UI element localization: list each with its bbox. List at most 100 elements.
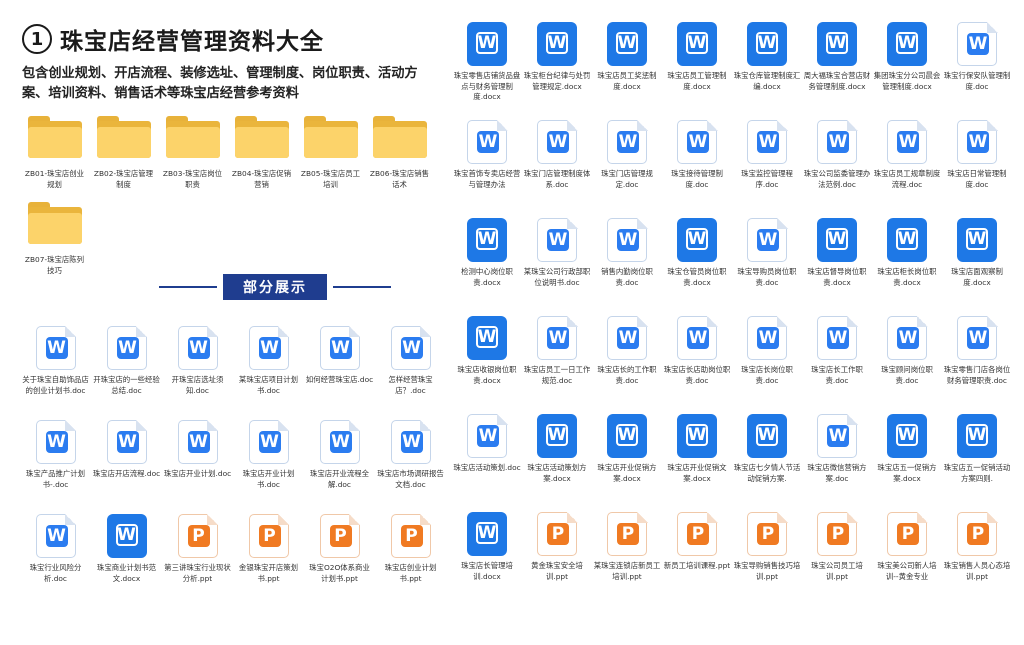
file-label: 珠宝店开业计划.doc bbox=[163, 469, 232, 478]
file-item[interactable]: W 珠宝店活动策划方案.docx bbox=[522, 414, 592, 512]
title-row: 1 珠宝店经营管理资料大全 bbox=[22, 22, 442, 56]
file-item[interactable]: P 珠宝销售人员心态培训.ppt bbox=[942, 511, 1012, 610]
wps-file-icon: W bbox=[817, 315, 858, 360]
file-item[interactable]: W 珠宝店长岗位职责.doc bbox=[732, 315, 802, 414]
wps-file-icon: W bbox=[537, 315, 578, 360]
file-item[interactable]: W 珠宝店面观察制度.docx bbox=[942, 218, 1012, 316]
file-label: 珠宝店开业流程全解.doc bbox=[309, 469, 370, 489]
file-item[interactable]: W 如何经营珠宝店.doc bbox=[304, 325, 375, 420]
file-item[interactable]: W 珠宝店开业计划书.doc bbox=[233, 419, 304, 514]
file-label: 珠宝行保安队管理制度.doc bbox=[943, 71, 1011, 91]
file-item[interactable]: W 珠宝仓管员岗位职责.docx bbox=[662, 218, 732, 316]
file-item[interactable]: W 珠宝店开业促销方案.docx bbox=[592, 414, 662, 512]
file-item[interactable]: W 珠宝店开业流程全解.doc bbox=[304, 419, 375, 514]
file-item[interactable]: W 珠宝顾问岗位职责.doc bbox=[872, 315, 942, 414]
file-item[interactable]: W 某珠宝店项目计划书.doc bbox=[233, 325, 304, 420]
folder-item[interactable]: ZB05-珠宝店员工培训 bbox=[296, 114, 365, 200]
file-item[interactable]: P 珠宝美公司新人培训--黄金专业 bbox=[872, 511, 942, 610]
file-label: 珠宝店微信营销方案.doc bbox=[807, 463, 867, 483]
file-item[interactable]: W 某珠宝公司行政部职位说明书.doc bbox=[522, 217, 592, 316]
file-item[interactable]: W 开珠宝店选址须知.doc bbox=[162, 325, 233, 420]
file-item[interactable]: W 珠宝店收银岗位职责.docx bbox=[452, 316, 522, 414]
folder-icon bbox=[372, 116, 427, 158]
folder-item[interactable]: ZB03-珠宝店岗位职责 bbox=[158, 114, 227, 200]
file-item[interactable]: W 珠宝店柜长岗位职责.docx bbox=[872, 218, 942, 316]
file-item[interactable]: W 珠宝店开业促销文案.docx bbox=[662, 414, 732, 512]
file-item[interactable]: W 珠宝店开业计划.doc bbox=[162, 419, 233, 514]
file-item[interactable]: W 珠宝商业计划书范文.docx bbox=[91, 514, 162, 608]
folder-item[interactable]: ZB04-珠宝店促销营销 bbox=[227, 114, 296, 200]
file-item[interactable]: W 珠宝店长管理培训.docx bbox=[452, 512, 522, 610]
file-item[interactable]: P 珠宝公司员工培训.ppt bbox=[802, 511, 872, 610]
file-item[interactable]: W 集团珠宝分公司晨会管理制度.docx bbox=[872, 22, 942, 120]
file-label: 珠宝仓库管理制度汇编.docx bbox=[733, 71, 801, 91]
file-label: 珠宝商业计划书范文.docx bbox=[96, 563, 157, 583]
file-item[interactable]: W 珠宝店长工作职责.doc bbox=[802, 315, 872, 414]
file-item[interactable]: W 珠宝店长的工作职责.doc bbox=[592, 315, 662, 414]
file-item[interactable]: W 珠宝产品推广计划书-.doc bbox=[20, 419, 91, 514]
file-item[interactable]: P 某珠宝连锁店新员工培训.ppt bbox=[592, 511, 662, 610]
file-item[interactable]: W 珠宝店员工奖惩制度.docx bbox=[592, 22, 662, 120]
file-label: 珠宝仓管员岗位职责.docx bbox=[667, 267, 727, 287]
wps-file-icon: W bbox=[957, 21, 998, 66]
file-item[interactable]: W 珠宝店开店流程.doc bbox=[91, 419, 162, 514]
file-item[interactable]: W 珠宝门店管理规定.doc bbox=[592, 119, 662, 218]
word-file-icon: W bbox=[887, 22, 927, 66]
file-item[interactable]: W 珠宝店市场调研报告文档.doc bbox=[375, 419, 446, 514]
file-item[interactable]: P 珠宝O2O体系商业计划书.ppt bbox=[304, 513, 375, 608]
folder-item[interactable]: ZB01-珠宝店创业规划 bbox=[20, 114, 89, 200]
file-item[interactable]: W 珠宝店长店助岗位职责.doc bbox=[662, 315, 732, 414]
file-item[interactable]: W 珠宝店督导岗位职责.docx bbox=[802, 218, 872, 316]
folder-label: ZB06-珠宝店销售话术 bbox=[369, 169, 430, 189]
file-item[interactable]: W 珠宝店活动策划.doc bbox=[452, 413, 522, 512]
word-file-icon: W bbox=[677, 414, 717, 458]
file-item[interactable]: W 周大福珠宝合营店财务管理制度.docx bbox=[802, 22, 872, 120]
file-item[interactable]: P 珠宝导购销售技巧培训.ppt bbox=[732, 511, 802, 610]
file-item[interactable]: W 珠宝店员工规章制度流程.doc bbox=[872, 119, 942, 218]
file-label: 珠宝店开店流程.doc bbox=[92, 469, 161, 478]
wps-file-icon: W bbox=[747, 217, 788, 262]
file-item[interactable]: W 关于珠宝自助饰品店的创业计划书.doc bbox=[20, 325, 91, 420]
file-label: 某珠宝店项目计划书.doc bbox=[238, 375, 299, 395]
file-item[interactable]: P 第三讲珠宝行业现状分析.ppt bbox=[162, 513, 233, 608]
file-item[interactable]: W 珠宝行保安队管理制度.doc bbox=[942, 21, 1012, 120]
file-item[interactable]: W 珠宝首饰专卖店经营与管理办法 bbox=[452, 119, 522, 218]
file-label: 珠宝店员工奖惩制度.docx bbox=[597, 71, 657, 91]
file-item[interactable]: W 珠宝店七夕情人节活动促销方案. bbox=[732, 414, 802, 512]
file-item[interactable]: P 新员工培训课程.ppt bbox=[662, 511, 732, 610]
file-item[interactable]: W 珠宝门店管理制度体系.doc bbox=[522, 119, 592, 218]
file-item[interactable]: P 珠宝店创业计划书.ppt bbox=[375, 513, 446, 608]
file-item[interactable]: W 珠宝店员工管理制度.docx bbox=[662, 22, 732, 120]
file-item[interactable]: P 黄金珠宝安全培训.ppt bbox=[522, 511, 592, 610]
folder-item[interactable]: ZB02-珠宝店管理制度 bbox=[89, 114, 158, 200]
file-label: 珠宝店督导岗位职责.docx bbox=[807, 267, 867, 287]
ppt-file-icon: P bbox=[747, 511, 788, 556]
file-item[interactable]: W 检测中心岗位职责.docx bbox=[452, 218, 522, 316]
file-label: 珠宝店五一促销活动方案四则. bbox=[943, 463, 1011, 483]
file-item[interactable]: W 珠宝柜台纪律与处罚管理规定.docx bbox=[522, 22, 592, 120]
file-item[interactable]: W 珠宝接待管理制度.doc bbox=[662, 119, 732, 218]
file-item[interactable]: W 珠宝导购员岗位职责.doc bbox=[732, 217, 802, 316]
word-file-icon: W bbox=[817, 218, 857, 262]
file-item[interactable]: W 珠宝店员工一日工作规范.doc bbox=[522, 315, 592, 414]
folder-item[interactable]: ZB07-珠宝店陈列技巧 bbox=[20, 200, 89, 286]
file-item[interactable]: W 珠宝仓库管理制度汇编.docx bbox=[732, 22, 802, 120]
file-item[interactable]: W 珠宝店五一促销方案.docx bbox=[872, 414, 942, 512]
file-label: 某珠宝公司行政部职位说明书.doc bbox=[523, 267, 591, 287]
file-item[interactable]: W 珠宝监控管理程序.doc bbox=[732, 119, 802, 218]
file-item[interactable]: W 珠宝零售门店各岗位财务管理职责.doc bbox=[942, 315, 1012, 414]
file-item[interactable]: W 珠宝店微信营销方案.doc bbox=[802, 413, 872, 512]
file-item[interactable]: W 珠宝行业风险分析.doc bbox=[20, 513, 91, 608]
file-item[interactable]: P 金银珠宝开店策划书.ppt bbox=[233, 513, 304, 608]
file-item[interactable]: W 珠宝店五一促销活动方案四则. bbox=[942, 414, 1012, 512]
wps-file-icon: W bbox=[35, 419, 76, 464]
file-item[interactable]: W 销售内勤岗位职责.doc bbox=[592, 217, 662, 316]
folder-item[interactable]: ZB06-珠宝店销售话术 bbox=[365, 114, 434, 200]
folder-label: ZB01-珠宝店创业规划 bbox=[24, 169, 85, 189]
file-item[interactable]: W 怎样经营珠宝店？.doc bbox=[375, 325, 446, 420]
file-item[interactable]: W 珠宝公司监委管理办法范例.doc bbox=[802, 119, 872, 218]
file-item[interactable]: W 珠宝店日常管理制度.doc bbox=[942, 119, 1012, 218]
file-item[interactable]: W 珠宝零售店铺货品盘点与财务管理制度.docx bbox=[452, 22, 522, 120]
word-file-icon: W bbox=[537, 414, 577, 458]
file-item[interactable]: W 开珠宝店的一些经验总结.doc bbox=[91, 325, 162, 420]
